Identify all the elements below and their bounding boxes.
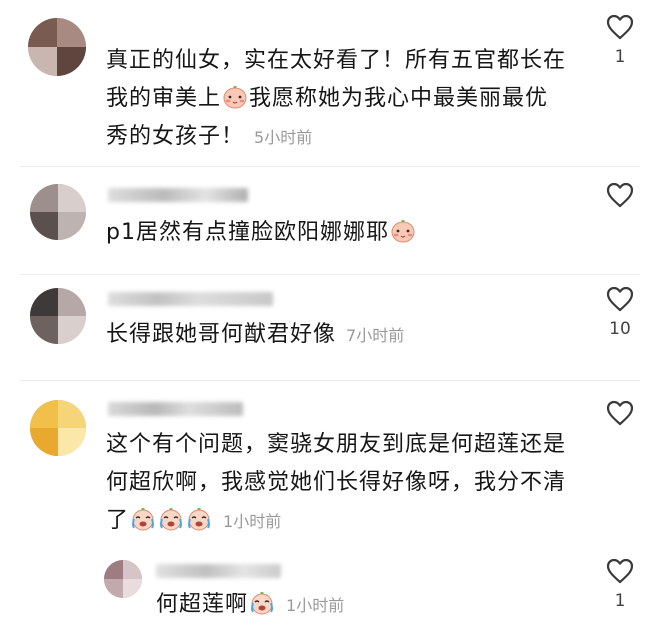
comment-time: 1小时前 (223, 512, 282, 531)
crying-laughing-emoji-icon (160, 508, 183, 531)
like-button[interactable] (600, 182, 640, 208)
username-blurred[interactable] (108, 292, 273, 306)
comment-text-part-1: 何超莲啊 (156, 592, 249, 617)
comment-time: 7小时前 (346, 326, 405, 345)
username-blurred[interactable] (108, 402, 243, 416)
divider (20, 274, 640, 275)
like-button[interactable] (600, 400, 640, 426)
comment-text-part-1: 长得跟她哥何猷君好像 (106, 322, 337, 347)
heart-icon (606, 182, 634, 208)
crying-laughing-emoji-icon (132, 508, 155, 531)
comment-3: 长得跟她哥何猷君好像 7小时前 10 (0, 278, 660, 378)
like-count: 10 (609, 319, 631, 339)
like-button[interactable]: 10 (600, 286, 640, 338)
comment-5-reply: 何超莲啊 1小时前 1 (0, 548, 660, 631)
divider (20, 166, 640, 167)
comment-1: 真正的仙女，实在太好看了！所有五官都长在我的审美上 我愿称她为我心中最美丽最优秀的… (0, 0, 660, 160)
comment-text: 长得跟她哥何猷君好像 7小时前 (106, 316, 566, 355)
comment-time: 1小时前 (286, 596, 345, 615)
like-count: 1 (614, 591, 626, 611)
crying-laughing-emoji-icon (188, 508, 211, 531)
comment-text: 真正的仙女，实在太好看了！所有五官都长在我的审美上 我愿称她为我心中最美丽最优秀的… (106, 42, 566, 157)
avatar[interactable] (28, 18, 86, 76)
heart-icon (606, 400, 634, 426)
like-count: 1 (614, 47, 626, 67)
comment-text-part-1: p1居然有点撞脸欧阳娜娜耶 (106, 220, 389, 245)
avatar[interactable] (30, 184, 86, 240)
comment-text: 这个有个问题，窦骁女朋友到底是何超莲还是何超欣啊，我感觉她们长得好像呀，我分不清… (106, 426, 576, 541)
heart-icon (606, 14, 634, 40)
blush-face-emoji-icon (223, 86, 247, 109)
heart-icon (606, 558, 634, 584)
avatar[interactable] (30, 288, 86, 344)
avatar[interactable] (104, 560, 142, 598)
blush-face-emoji-icon (391, 220, 415, 243)
crying-laughing-emoji-icon (251, 592, 274, 615)
divider (20, 380, 640, 381)
username-blurred[interactable] (108, 188, 248, 202)
comment-text: 何超莲啊 1小时前 (156, 586, 576, 625)
like-button[interactable]: 1 (600, 14, 640, 66)
comment-text: p1居然有点撞脸欧阳娜娜耶 (106, 214, 566, 252)
avatar[interactable] (30, 400, 86, 456)
like-button[interactable]: 1 (600, 558, 640, 610)
comment-4: 这个有个问题，窦骁女朋友到底是何超莲还是何超欣啊，我感觉她们长得好像呀，我分不清… (0, 386, 660, 546)
heart-icon (606, 286, 634, 312)
comment-2: p1居然有点撞脸欧阳娜娜耶 (0, 172, 660, 272)
comment-time: 5小时前 (254, 128, 313, 147)
username-blurred[interactable] (156, 564, 281, 578)
